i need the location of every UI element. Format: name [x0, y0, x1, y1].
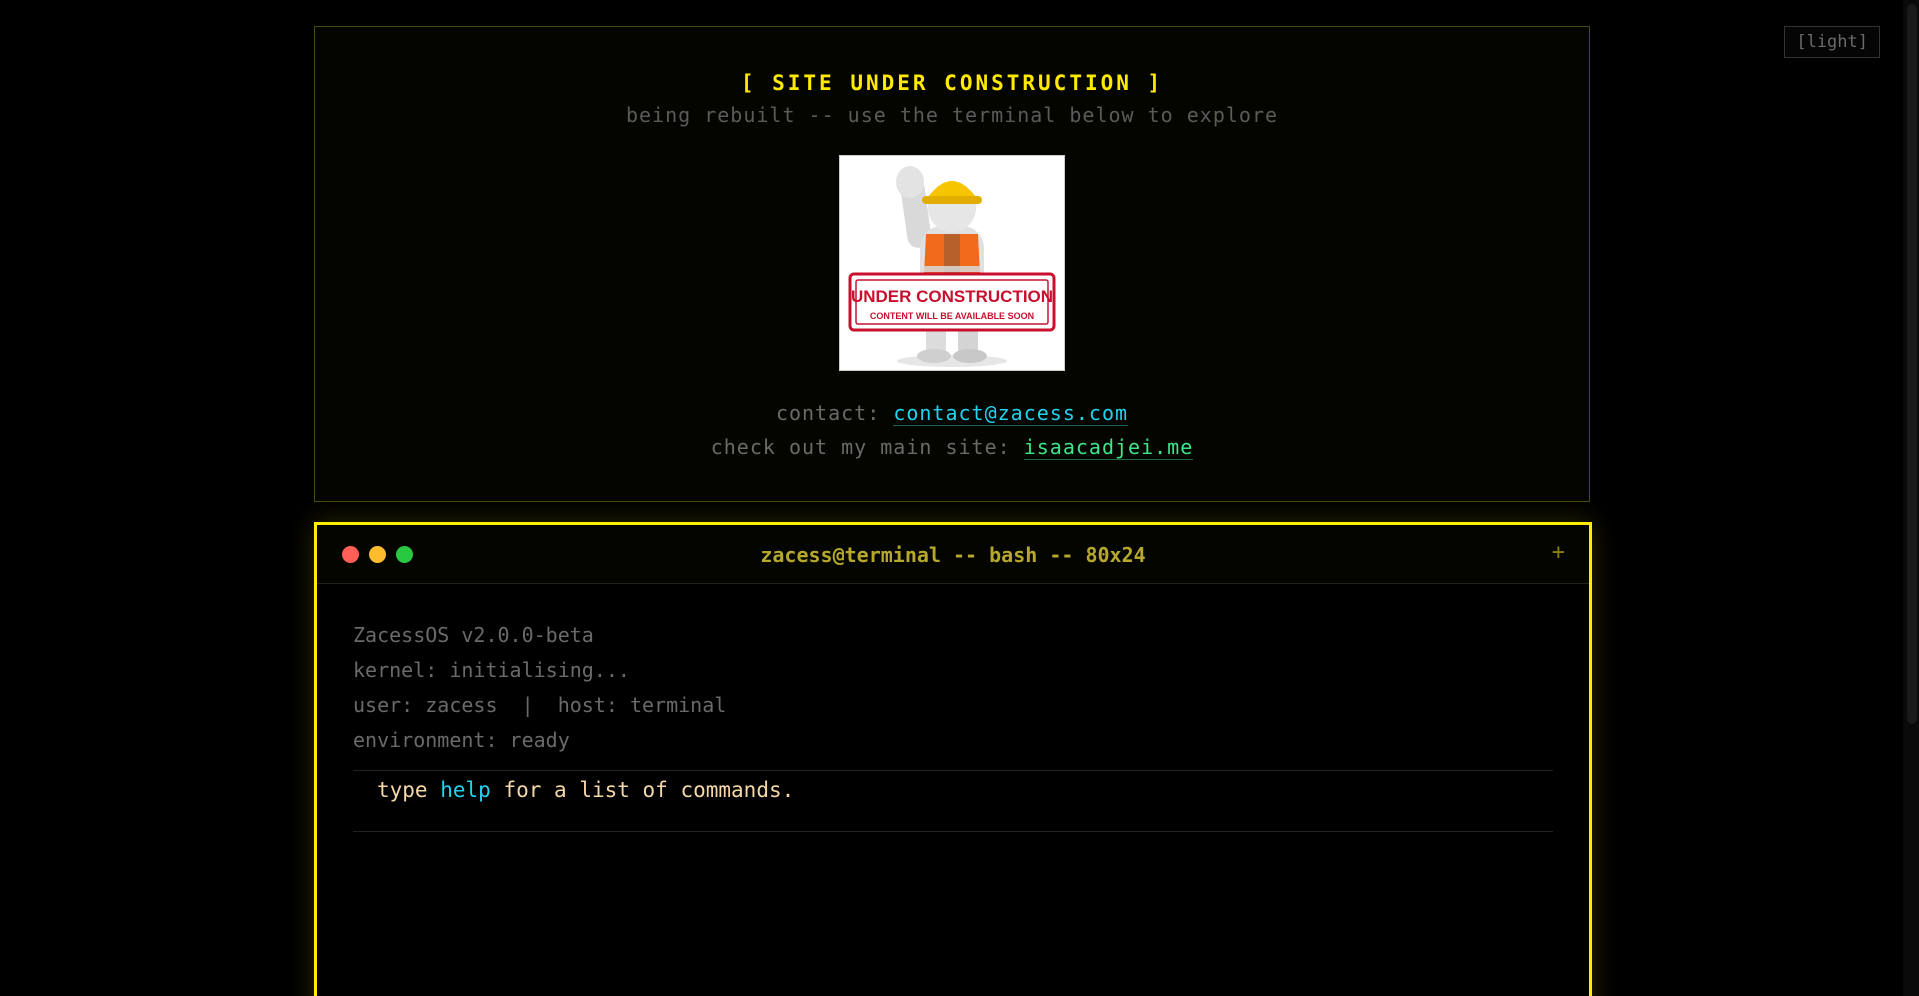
hint-prefix: type: [377, 778, 428, 802]
main-site-line: check out my main site: isaacadjei.me: [315, 435, 1589, 460]
banner-title: [ SITE UNDER CONSTRUCTION ]: [740, 71, 1164, 95]
new-tab-button[interactable]: +: [1552, 540, 1565, 565]
scrollbar[interactable]: [1903, 0, 1919, 996]
image-sub-text: CONTENT WILL BE AVAILABLE SOON: [870, 311, 1034, 321]
terminal-window[interactable]: zacess@terminal -- bash -- 80x24 + Zaces…: [314, 522, 1592, 996]
banner-subtitle: being rebuilt -- use the terminal below …: [625, 103, 1279, 127]
contact-line: contact: contact@zacess.com: [315, 401, 1589, 426]
terminal-title: zacess@terminal -- bash -- 80x24: [760, 543, 1146, 567]
contact-email-link[interactable]: contact@zacess.com: [893, 401, 1129, 426]
main-site-link[interactable]: isaacadjei.me: [1023, 435, 1194, 460]
construction-banner: [ SITE UNDER CONSTRUCTION ] being rebuil…: [314, 26, 1590, 502]
boot-line: ZacessOS v2.0.0-beta: [353, 623, 594, 647]
construction-worker-illustration: UNDER CONSTRUCTION CONTENT WILL BE AVAIL…: [848, 166, 1056, 367]
contact-label: contact:: [775, 401, 881, 425]
theme-toggle-button[interactable]: [light]: [1784, 26, 1880, 58]
main-site-label: check out my main site:: [710, 435, 1011, 459]
page: [light] [ SITE UNDER CONSTRUCTION ] bein…: [0, 0, 1919, 996]
boot-line: environment: ready: [353, 728, 570, 752]
boot-line: kernel: initialising...: [353, 658, 630, 682]
scrollbar-thumb[interactable]: [1907, 4, 1917, 724]
help-hint: type help for a list of commands.: [353, 770, 1553, 832]
terminal-titlebar: zacess@terminal -- bash -- 80x24 +: [317, 525, 1589, 584]
hint-suffix: for a list of commands.: [503, 778, 795, 802]
under-construction-image: UNDER CONSTRUCTION CONTENT WILL BE AVAIL…: [839, 155, 1065, 371]
image-main-text: UNDER CONSTRUCTION: [851, 287, 1053, 306]
hint-help-command[interactable]: help: [440, 778, 491, 802]
boot-line: user: zacess | host: terminal: [353, 693, 727, 717]
terminal-body[interactable]: ZacessOS v2.0.0-beta kernel: initialisin…: [317, 584, 1589, 832]
